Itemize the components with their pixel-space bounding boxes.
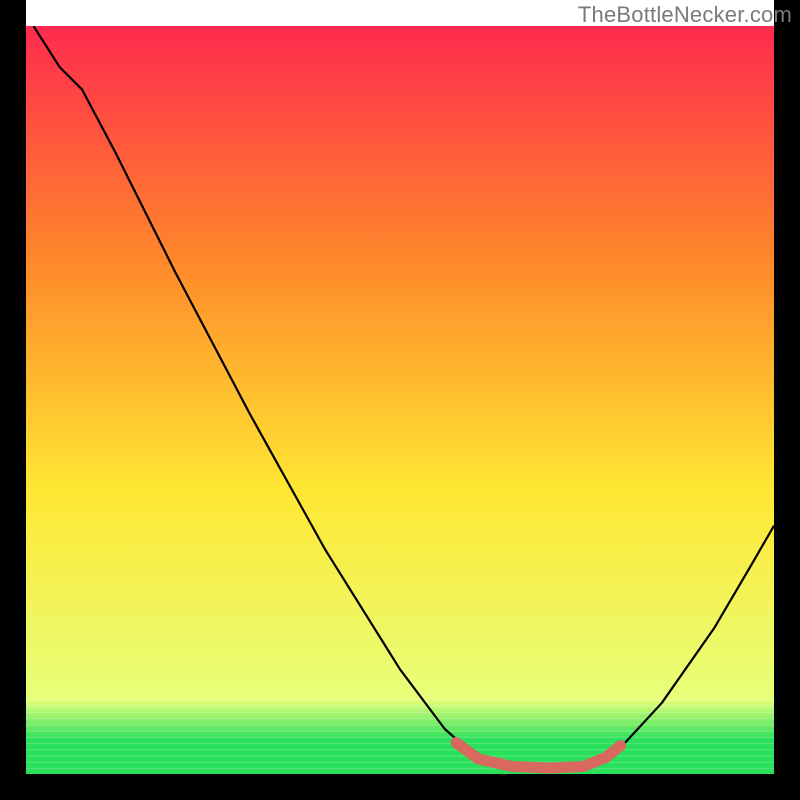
gradient-background: [26, 26, 774, 774]
frame-border-right: [774, 26, 800, 774]
bottleneck-chart-svg: [26, 26, 774, 774]
frame-border-bottom: [0, 774, 800, 800]
frame-border-left: [0, 26, 26, 774]
plot-area: [26, 26, 774, 774]
watermark-text: TheBottleNecker.com: [578, 2, 792, 28]
frame-border-top-left-cap: [0, 0, 26, 26]
